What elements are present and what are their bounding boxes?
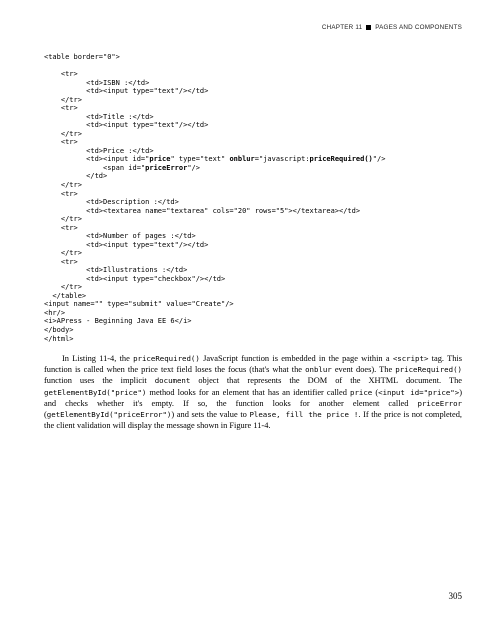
- inline-code: priceRequired(): [395, 365, 462, 374]
- page-number: 305: [449, 591, 463, 601]
- inline-code: price: [350, 388, 372, 397]
- inline-code: getElementById("priceError"): [47, 410, 172, 419]
- inline-code: priceError: [418, 399, 463, 408]
- text-run: method looks for an element that has an …: [146, 388, 350, 397]
- inline-code: priceRequired(): [133, 354, 200, 363]
- running-header: CHAPTER 11 PAGES AND COMPONENTS: [44, 24, 462, 31]
- inline-code: document: [155, 376, 191, 385]
- chapter-label: CHAPTER 11: [322, 24, 362, 31]
- inline-code: Please, fill the price !: [249, 410, 358, 419]
- text-run: In Listing 11-4, the: [62, 354, 133, 363]
- inline-code: getElementById("price"): [44, 388, 146, 397]
- inline-code: <script>: [393, 354, 429, 363]
- text-run: function uses the implicit: [44, 376, 155, 385]
- body-paragraph: In Listing 11-4, the priceRequired() Jav…: [44, 353, 462, 431]
- text-run: object that represents the DOM of the XH…: [190, 376, 462, 385]
- inline-code: onblur: [305, 365, 332, 374]
- text-run: JavaScript function is embedded in the p…: [200, 354, 393, 363]
- text-run: event does). The: [332, 365, 395, 374]
- chapter-title: PAGES AND COMPONENTS: [375, 24, 462, 31]
- header-separator-icon: [366, 25, 371, 30]
- code-listing: <table border="0"> <tr> <td>ISBN :</td> …: [44, 53, 462, 343]
- inline-code: <input id="price">: [378, 388, 459, 397]
- text-run: ) and sets the value to: [171, 410, 249, 419]
